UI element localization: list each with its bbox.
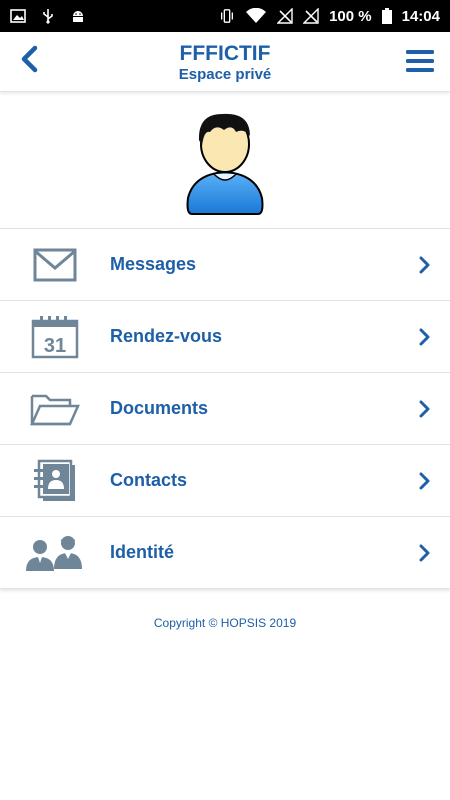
- android-icon: [70, 8, 86, 24]
- envelope-icon: [0, 248, 110, 282]
- people-icon: [0, 533, 110, 573]
- menu-item-messages[interactable]: Messages: [0, 229, 450, 301]
- wifi-icon: [245, 8, 267, 24]
- menu-item-label: Rendez-vous: [110, 326, 223, 346]
- menu-item-identite[interactable]: Identité: [0, 517, 450, 589]
- menu-item-documents[interactable]: Documents: [0, 373, 450, 445]
- menu-item-contacts[interactable]: Contacts: [0, 445, 450, 517]
- folder-icon: [0, 392, 110, 426]
- page-subtitle: Espace privé: [178, 66, 272, 83]
- address-book-icon: [0, 459, 110, 503]
- usb-icon: [40, 8, 56, 24]
- battery-percent: 100 %: [329, 7, 372, 25]
- page-title: FFFICTIF: [179, 42, 271, 65]
- chevron-right-icon: [410, 328, 440, 346]
- menu-list: Messages 31 Rendez-vous Documents Contac…: [0, 228, 450, 589]
- calendar-icon: 31: [0, 315, 110, 359]
- menu-item-label: Documents: [110, 398, 209, 418]
- app-header: FFFICTIF Espace privé: [0, 32, 450, 92]
- status-right: 100 % 14:04: [219, 8, 440, 25]
- image-icon: [10, 8, 26, 24]
- chevron-right-icon: [410, 400, 440, 418]
- avatar: [186, 113, 264, 215]
- menu-button[interactable]: [404, 46, 436, 76]
- no-signal-icon: [303, 8, 319, 24]
- status-left: [10, 8, 86, 24]
- chevron-right-icon: [410, 544, 440, 562]
- clock: 14:04: [401, 7, 440, 25]
- calendar-day: 31: [44, 335, 66, 357]
- hamburger-menu-icon: [404, 50, 436, 80]
- status-bar: 100 % 14:04: [0, 0, 450, 32]
- menu-item-rendez-vous[interactable]: 31 Rendez-vous: [0, 301, 450, 373]
- header-titles: FFFICTIF Espace privé: [0, 42, 450, 84]
- copyright-text: Copyright © HOPSIS 2019: [153, 616, 297, 630]
- vibrate-icon: [219, 8, 235, 24]
- chevron-right-icon: [410, 256, 440, 274]
- menu-item-label: Messages: [110, 254, 197, 274]
- battery-icon: [381, 8, 392, 24]
- menu-item-label: Contacts: [110, 470, 188, 490]
- menu-item-label: Identité: [110, 542, 175, 562]
- no-signal-icon: [277, 8, 293, 24]
- chevron-right-icon: [410, 472, 440, 490]
